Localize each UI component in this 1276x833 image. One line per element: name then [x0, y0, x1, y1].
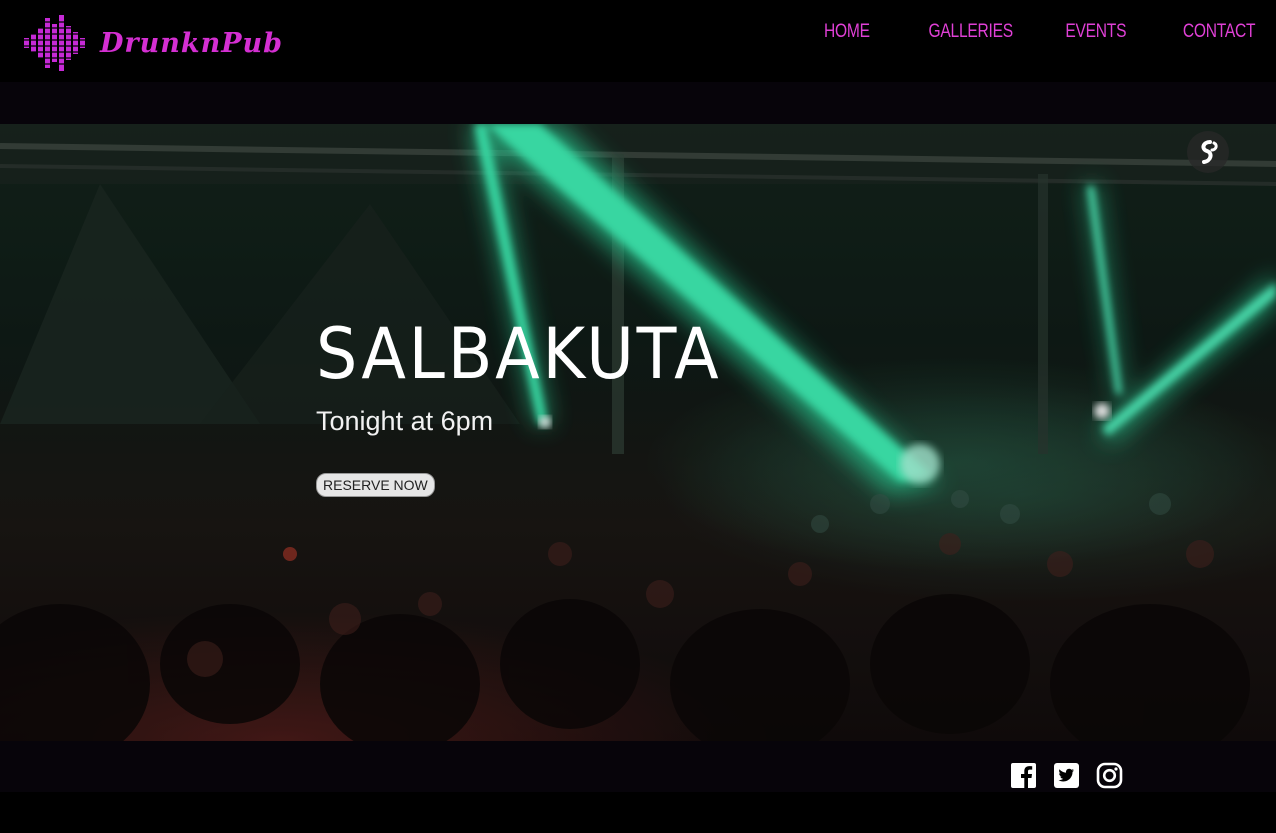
nav-home[interactable]: HOME [824, 21, 870, 43]
sound-wave-icon [1201, 140, 1218, 164]
header-spacer [0, 82, 1276, 124]
instagram-icon[interactable] [1096, 762, 1123, 789]
brand-name: DrunknPub [100, 27, 284, 59]
facebook-icon[interactable] [1010, 762, 1037, 789]
reserve-now-button[interactable]: RESERVE NOW [316, 473, 435, 497]
nav-contact[interactable]: CONTACT [1183, 21, 1256, 43]
main-nav: HOME GALLERIES EVENTS CONTACT [774, 21, 1255, 43]
social-links [1010, 762, 1139, 789]
sound-toggle-button[interactable] [1187, 131, 1229, 173]
logo[interactable]: DrunknPub [22, 14, 283, 72]
twitter-icon[interactable] [1053, 762, 1080, 789]
nav-galleries[interactable]: GALLERIES [928, 21, 1013, 43]
hero-content: SALBAKUTA Tonight at 6pm RESERVE NOW [316, 314, 752, 497]
hero-section: SALBAKUTA Tonight at 6pm RESERVE NOW [0, 124, 1276, 741]
equalizer-logo-icon [22, 15, 88, 71]
site-header: DrunknPub HOME GALLERIES EVENTS CONTACT [0, 0, 1276, 82]
nav-events[interactable]: EVENTS [1066, 21, 1127, 43]
event-title: SALBAKUTA [316, 313, 722, 395]
event-time: Tonight at 6pm [316, 406, 494, 436]
